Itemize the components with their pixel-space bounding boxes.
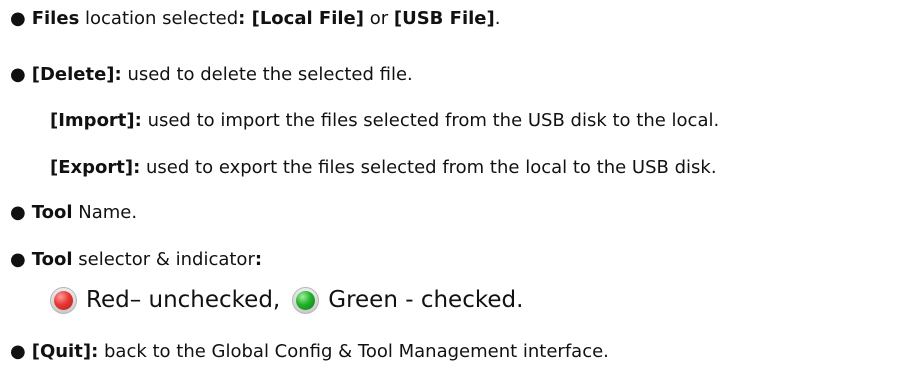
bullet: ●	[10, 202, 26, 223]
item-quit: ● [Quit]: back to the Global Config & Too…	[10, 340, 609, 364]
bullet: ●	[10, 249, 26, 270]
term-usb-file: [USB File]	[393, 8, 495, 29]
desc-import: used to import the files selected from t…	[141, 110, 720, 131]
item-delete: ● [Delete]: used to delete the selected f…	[10, 63, 413, 87]
green-indicator-icon	[292, 286, 320, 314]
bullet: ●	[10, 8, 26, 29]
item-files-location: ● Files location selected: [Local File] o…	[10, 7, 500, 31]
period: .	[494, 8, 501, 29]
term-delete: [Delete]:	[31, 64, 122, 85]
item-export: [Export]: used to export the files selec…	[50, 156, 717, 180]
colon: :	[254, 249, 263, 270]
desc-quit: back to the Global Config & Tool Managem…	[98, 341, 609, 362]
bullet: ●	[10, 64, 26, 85]
conjunction-or: or	[364, 8, 394, 29]
term-local-file: : [Local File]	[238, 8, 364, 29]
desc-export: used to export the files selected from t…	[140, 157, 717, 178]
item-import: [Import]: used to import the files selec…	[50, 109, 719, 133]
red-indicator-icon	[50, 286, 77, 314]
green-label: Green - checked.	[328, 287, 524, 313]
red-label: Red– unchecked,	[86, 287, 281, 313]
term-tool: Tool	[31, 202, 73, 223]
indicator-legend: Red– unchecked, Green - checked.	[50, 283, 523, 317]
item-tool-selector: ● Tool selector & indicator:	[10, 248, 262, 272]
bullet: ●	[10, 341, 26, 362]
term-files: Files	[31, 8, 80, 29]
desc-tool-name: Name.	[72, 202, 138, 223]
item-tool-name: ● Tool Name.	[10, 201, 137, 225]
desc-delete: used to delete the selected file.	[121, 64, 413, 85]
term-quit: [Quit]:	[31, 341, 99, 362]
term-export: [Export]:	[50, 157, 141, 178]
desc-tool-selector: selector & indicator	[72, 249, 255, 270]
term-tool: Tool	[31, 249, 73, 270]
desc-files: location selected	[79, 8, 239, 29]
term-import: [Import]:	[50, 110, 142, 131]
